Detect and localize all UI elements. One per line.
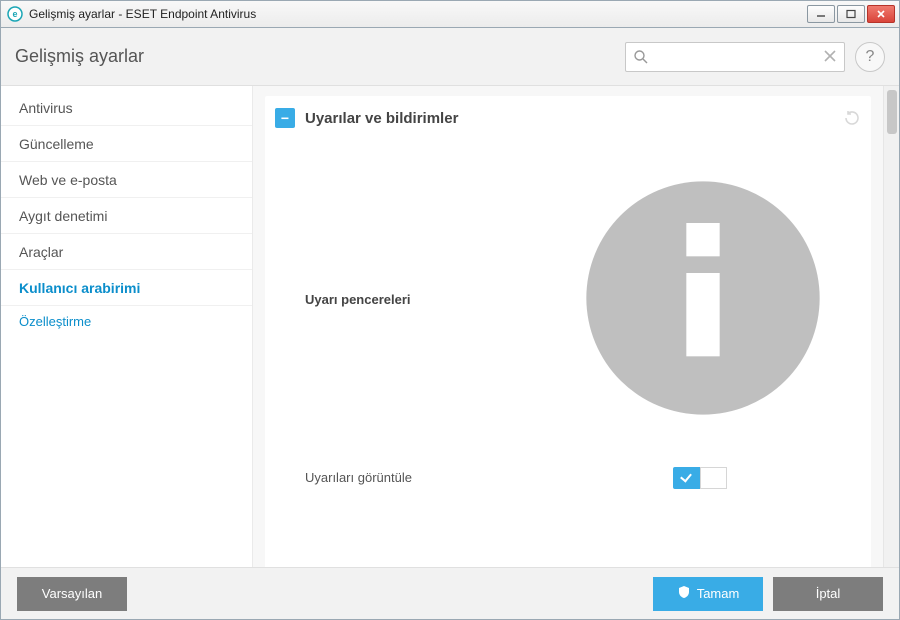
- sidebar-item-web-email[interactable]: Web ve e-posta: [1, 162, 252, 198]
- search-input[interactable]: [625, 42, 845, 72]
- info-icon[interactable]: [553, 539, 853, 567]
- sidebar-item-label: Güncelleme: [19, 136, 94, 152]
- sidebar-item-device-control[interactable]: Aygıt denetimi: [1, 198, 252, 234]
- sidebar-item-user-interface[interactable]: Kullanıcı arabirimi: [1, 270, 252, 306]
- sidebar-item-label: Antivirus: [19, 100, 73, 116]
- sidebar-item-label: Aygıt denetimi: [19, 208, 107, 224]
- close-button[interactable]: [867, 5, 895, 23]
- sidebar-subitem-customize[interactable]: Özelleştirme: [1, 306, 252, 329]
- sidebar-item-tools[interactable]: Araçlar: [1, 234, 252, 270]
- sidebar-item-label: Kullanıcı arabirimi: [19, 280, 140, 296]
- row-display-alerts-label: Uyarıları görüntüle: [305, 470, 673, 487]
- clear-search-icon[interactable]: [823, 49, 837, 63]
- ok-button-label: Tamam: [697, 586, 740, 601]
- svg-text:e: e: [12, 9, 17, 19]
- header: Gelişmiş ayarlar ?: [1, 28, 899, 86]
- titlebar: e Gelişmiş ayarlar - ESET Endpoint Antiv…: [0, 0, 900, 28]
- section-title: Uyarılar ve bildirimler: [305, 110, 833, 127]
- subsection-title-alert-windows: Uyarı pencereleri: [305, 292, 411, 307]
- maximize-button[interactable]: [837, 5, 865, 23]
- ok-button[interactable]: Tamam: [653, 577, 763, 611]
- window-title: Gelişmiş ayarlar - ESET Endpoint Antivir…: [29, 7, 801, 21]
- toggle-display-alerts[interactable]: [673, 467, 727, 489]
- collapse-section-button[interactable]: −: [275, 108, 295, 128]
- scrollbar-thumb[interactable]: [887, 90, 897, 134]
- reset-section-icon[interactable]: [843, 109, 861, 127]
- defaults-button-label: Varsayılan: [42, 586, 102, 601]
- info-icon[interactable]: [553, 148, 853, 451]
- sidebar-item-antivirus[interactable]: Antivirus: [1, 90, 252, 126]
- defaults-button[interactable]: Varsayılan: [17, 577, 127, 611]
- page-title: Gelişmiş ayarlar: [15, 46, 615, 67]
- sidebar-item-update[interactable]: Güncelleme: [1, 126, 252, 162]
- sidebar-item-label: Web ve e-posta: [19, 172, 117, 188]
- cancel-button-label: İptal: [816, 586, 841, 601]
- content-area: − Uyarılar ve bildirimler Uyarı pencerel…: [253, 86, 883, 567]
- sidebar: Antivirus Güncelleme Web ve e-posta Aygı…: [1, 86, 253, 567]
- app-logo-icon: e: [7, 6, 23, 22]
- content-scrollbar[interactable]: [883, 86, 899, 567]
- footer: Varsayılan Tamam İptal: [1, 567, 899, 619]
- sidebar-item-label: Araçlar: [19, 244, 63, 260]
- sidebar-subitem-label: Özelleştirme: [19, 314, 91, 329]
- cancel-button[interactable]: İptal: [773, 577, 883, 611]
- shield-icon: [677, 585, 691, 602]
- help-button[interactable]: ?: [855, 42, 885, 72]
- minimize-button[interactable]: [807, 5, 835, 23]
- search-icon: [633, 49, 649, 65]
